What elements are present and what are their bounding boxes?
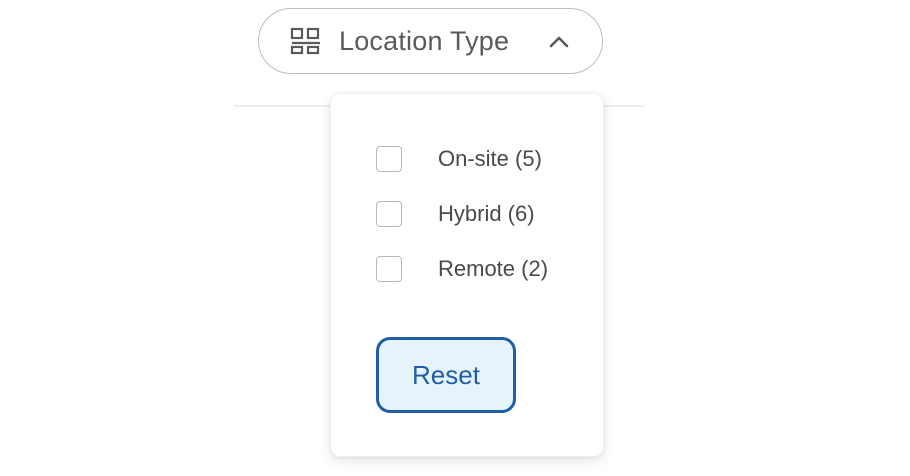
option-label: On-site (5) <box>438 146 542 171</box>
location-filter-area: Location Type On-site (5) Hybrid (6) Rem… <box>0 0 910 476</box>
location-type-filter-button[interactable]: Location Type <box>258 8 603 74</box>
reset-button[interactable]: Reset <box>376 337 516 413</box>
hybrid-checkbox[interactable] <box>376 201 402 227</box>
option-label: Hybrid (6) <box>438 201 535 226</box>
on-site-checkbox[interactable] <box>376 146 402 172</box>
location-type-dropdown: On-site (5) Hybrid (6) Remote (2) Reset <box>330 93 604 457</box>
filter-label: Location Type <box>339 26 510 56</box>
remote-checkbox[interactable] <box>376 256 402 282</box>
option-label: Remote (2) <box>438 256 549 281</box>
chevron-up-icon[interactable] <box>548 33 570 49</box>
option-remote[interactable]: Remote (2) <box>376 254 586 284</box>
option-hybrid[interactable]: Hybrid (6) <box>376 199 586 229</box>
location-type-icon <box>290 27 322 55</box>
option-on-site[interactable]: On-site (5) <box>376 144 586 174</box>
